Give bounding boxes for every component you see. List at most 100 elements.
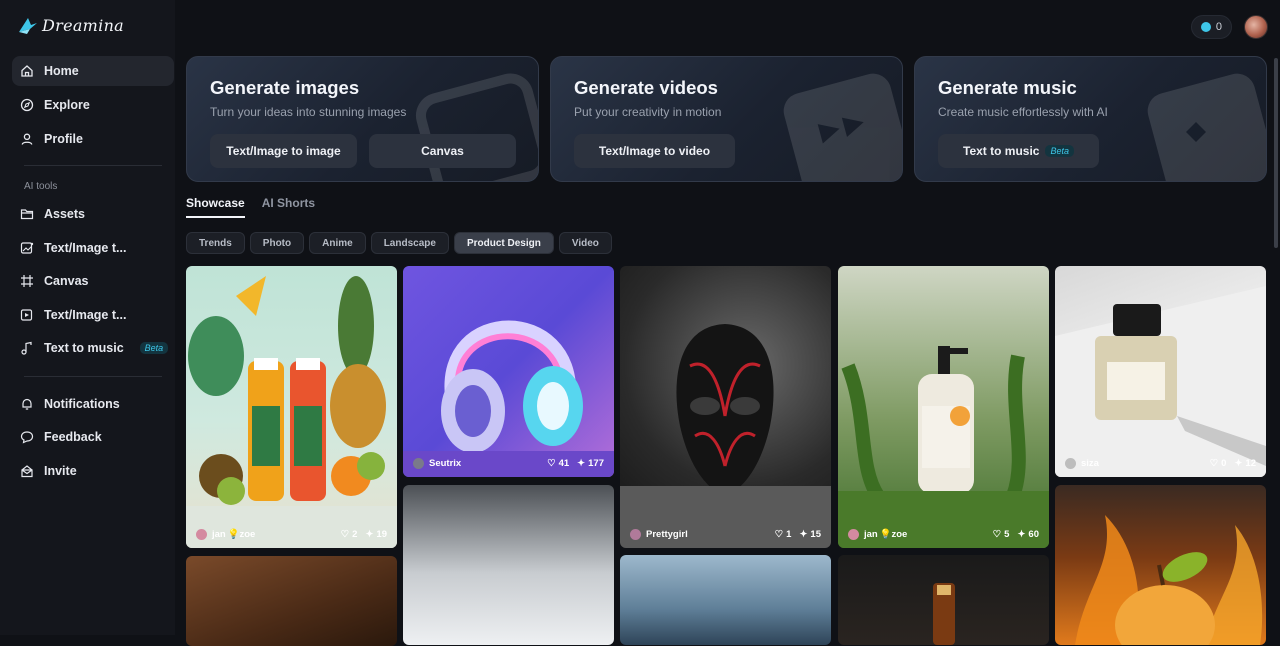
sidebar-item-text-image-to-image[interactable]: Text/Image t... bbox=[12, 233, 174, 263]
mask-image bbox=[620, 324, 831, 548]
user-avatar bbox=[413, 458, 424, 469]
generate-videos-card[interactable]: Generate videos Put your creativity in m… bbox=[550, 56, 903, 182]
sidebar-item-canvas[interactable]: Canvas bbox=[12, 266, 174, 296]
heart-icon: ♡ bbox=[340, 529, 350, 540]
music-decoration-icon bbox=[1147, 73, 1266, 181]
text-image-to-image-button[interactable]: Text/Image to image bbox=[210, 134, 357, 168]
tile-meta: jan 💡zoe ♡ 5 ✦ 60 bbox=[848, 529, 1039, 540]
text-image-to-video-button[interactable]: Text/Image to video bbox=[574, 134, 735, 168]
credits-button[interactable]: 0 bbox=[1190, 15, 1232, 39]
gallery-tile-mask[interactable]: Prettygirl ♡ 1 ✦ 15 bbox=[620, 266, 831, 548]
tile-user[interactable]: Seutrix bbox=[413, 458, 539, 469]
gift-icon bbox=[21, 465, 33, 478]
credits-count: 0 bbox=[1215, 21, 1222, 33]
credits-icon bbox=[1200, 22, 1211, 32]
like-value: 1 bbox=[786, 529, 792, 540]
sidebar-item-assets[interactable]: Assets bbox=[12, 199, 174, 229]
sidebar-item-text-image-to-video[interactable]: Text/Image t... bbox=[12, 300, 174, 330]
sidebar-item-notifications[interactable]: Notifications bbox=[12, 389, 174, 419]
like-count[interactable]: ♡ 1 bbox=[775, 529, 792, 540]
gallery-tile-perfume[interactable]: siza ♡ 0 ✦ 12 bbox=[1055, 266, 1266, 477]
gallery-tile-wood[interactable] bbox=[186, 556, 397, 646]
tab-showcase[interactable]: Showcase bbox=[186, 196, 245, 218]
tile-user[interactable]: jan 💡zoe bbox=[196, 529, 333, 540]
text-to-music-button[interactable]: Text to music Beta bbox=[938, 134, 1099, 168]
username: Prettygirl bbox=[646, 529, 688, 540]
remix-count[interactable]: ✦ 19 bbox=[365, 529, 387, 540]
user-icon bbox=[21, 133, 33, 145]
apple-image bbox=[1075, 515, 1263, 645]
username: Seutrix bbox=[429, 458, 462, 469]
sparkle-icon: ✦ bbox=[799, 529, 808, 540]
tile-meta: jan 💡zoe ♡ 2 ✦ 19 bbox=[196, 529, 387, 540]
generate-images-card[interactable]: Generate images Turn your ideas into stu… bbox=[186, 56, 539, 182]
remix-count[interactable]: ✦ 60 bbox=[1017, 529, 1039, 540]
canvas-button[interactable]: Canvas bbox=[369, 134, 516, 168]
remix-count[interactable]: ✦ 12 bbox=[1234, 458, 1256, 469]
chip-landscape[interactable]: Landscape bbox=[370, 232, 449, 254]
folder-icon bbox=[20, 209, 34, 220]
account-area: 0 bbox=[1190, 15, 1268, 39]
gallery-tile-apple[interactable] bbox=[1055, 485, 1266, 645]
sidebar-divider bbox=[24, 376, 162, 377]
avatar[interactable] bbox=[1244, 15, 1268, 39]
like-count[interactable]: ♡ 2 bbox=[341, 529, 358, 540]
music-icon bbox=[21, 341, 32, 355]
button-label: Text to music bbox=[963, 144, 1040, 158]
sidebar-item-label: Home bbox=[44, 64, 79, 78]
user-avatar bbox=[848, 529, 859, 540]
chip-product-design[interactable]: Product Design bbox=[453, 232, 554, 254]
like-count[interactable]: ♡ 5 bbox=[993, 529, 1010, 540]
chip-video[interactable]: Video bbox=[558, 232, 612, 254]
sidebar-item-label: Notifications bbox=[44, 397, 120, 411]
remix-count[interactable]: ✦ 15 bbox=[799, 529, 821, 540]
sidebar-item-label: Canvas bbox=[44, 274, 89, 288]
gallery-tile-liquor[interactable] bbox=[838, 555, 1049, 645]
gallery-tile-juice[interactable]: jan 💡zoe ♡ 2 ✦ 19 bbox=[186, 266, 397, 548]
user-avatar bbox=[196, 529, 207, 540]
sidebar-item-label: Text to music bbox=[44, 341, 124, 355]
chip-trends[interactable]: Trends bbox=[186, 232, 245, 254]
sparkle-icon: ✦ bbox=[1234, 458, 1243, 469]
like-value: 5 bbox=[1004, 529, 1010, 540]
sidebar-item-explore[interactable]: Explore bbox=[12, 90, 174, 120]
chat-icon bbox=[20, 431, 34, 444]
heart-icon: ♡ bbox=[547, 458, 556, 469]
sidebar-item-profile[interactable]: Profile bbox=[12, 124, 174, 154]
sidebar-item-text-to-music[interactable]: Text to music Beta bbox=[12, 333, 174, 363]
tile-user[interactable]: siza bbox=[1065, 458, 1202, 469]
video-decoration-icon bbox=[783, 73, 902, 181]
app-name: Dreamina bbox=[42, 16, 125, 35]
tile-meta: Seutrix ♡ 41 ✦ 177 bbox=[413, 458, 604, 469]
chip-photo[interactable]: Photo bbox=[249, 232, 305, 254]
sidebar-item-feedback[interactable]: Feedback bbox=[12, 422, 174, 452]
gallery-tile-bottle[interactable]: jan 💡zoe ♡ 5 ✦ 60 bbox=[838, 266, 1049, 548]
remix-value: 19 bbox=[376, 529, 387, 540]
sidebar-item-label: Feedback bbox=[44, 430, 102, 444]
sidebar-item-invite[interactable]: Invite bbox=[12, 456, 174, 486]
like-count[interactable]: ♡ 41 bbox=[547, 458, 569, 469]
compass-icon bbox=[20, 98, 34, 112]
remix-value: 12 bbox=[1245, 458, 1256, 469]
generate-music-card[interactable]: Generate music Create music effortlessly… bbox=[914, 56, 1267, 182]
gallery-tile-headphones[interactable]: Seutrix ♡ 41 ✦ 177 bbox=[403, 266, 614, 477]
remix-count[interactable]: ✦ 177 bbox=[577, 458, 604, 469]
tab-ai-shorts[interactable]: AI Shorts bbox=[262, 196, 315, 218]
gallery-tile-water[interactable] bbox=[620, 555, 831, 645]
tile-user[interactable]: jan 💡zoe bbox=[848, 529, 985, 540]
dreamina-logo[interactable]: Dreamina bbox=[18, 16, 124, 35]
video-generate-icon bbox=[20, 309, 33, 321]
sidebar: Dreamina Home Explore Profile AI tools A… bbox=[0, 0, 175, 635]
page-scrollbar[interactable] bbox=[1274, 58, 1278, 248]
sidebar-item-label: Profile bbox=[44, 132, 83, 146]
remix-value: 15 bbox=[810, 529, 821, 540]
username: jan 💡zoe bbox=[212, 529, 256, 540]
tile-user[interactable]: Prettygirl bbox=[630, 529, 767, 540]
chip-anime[interactable]: Anime bbox=[309, 232, 366, 254]
gallery-tile-gradient[interactable] bbox=[403, 485, 614, 645]
like-value: 41 bbox=[558, 458, 570, 469]
card-subtitle: Turn your ideas into stunning images bbox=[210, 105, 407, 119]
like-count[interactable]: ♡ 0 bbox=[1210, 458, 1227, 469]
sidebar-item-home[interactable]: Home bbox=[12, 56, 174, 86]
user-avatar bbox=[1065, 458, 1076, 469]
